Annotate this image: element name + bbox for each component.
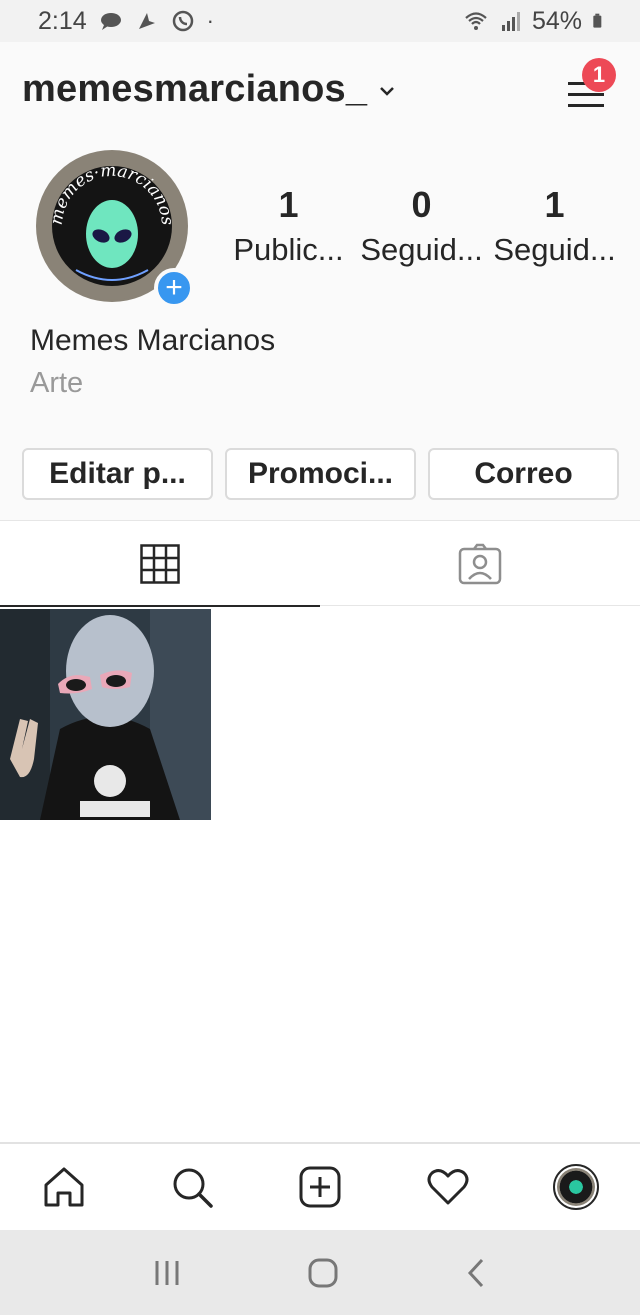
nav-profile[interactable] (546, 1157, 606, 1217)
battery-percent: 54% (531, 6, 582, 35)
profile-header: memesmarcianos_ 1 memes·marcianos + 1 Pu… (0, 42, 640, 520)
nav-new-post[interactable] (290, 1157, 350, 1217)
wifi-icon (465, 12, 487, 30)
username[interactable]: memesmarcianos_ (22, 68, 367, 111)
back-icon[interactable] (464, 1257, 488, 1289)
battery-icon (593, 13, 602, 28)
username-row[interactable]: memesmarcianos_ 1 (22, 58, 618, 116)
new-post-icon (299, 1166, 341, 1208)
stat-posts[interactable]: 1 Public... (222, 184, 355, 268)
whatsapp-icon (172, 10, 193, 32)
alien-mask-photo-icon (0, 609, 211, 820)
stat-number: 0 (411, 184, 432, 225)
profile-avatar-container[interactable]: memes·marcianos + (36, 150, 194, 308)
tab-tagged[interactable] (320, 521, 640, 606)
promotions-button[interactable]: Promoci... (225, 448, 416, 500)
recent-apps-icon[interactable] (152, 1259, 182, 1287)
stat-number: 1 (278, 184, 299, 225)
profile-avatar-icon (553, 1164, 599, 1210)
status-bar: 2:14 · 54% (0, 0, 640, 42)
system-navigation-bar (0, 1230, 640, 1315)
stat-following[interactable]: 1 Seguid... (488, 184, 621, 268)
edit-profile-button[interactable]: Editar p... (22, 448, 213, 500)
profile-category: Arte (30, 367, 84, 399)
tab-grid[interactable] (0, 521, 320, 607)
chat-bubble-icon (100, 13, 121, 30)
profile-tabs (0, 520, 640, 607)
stat-label: Public... (233, 232, 344, 267)
tagged-person-icon (458, 543, 502, 584)
profile-actions: Editar p... Promoci... Correo (22, 448, 619, 500)
bottom-navigation (0, 1142, 640, 1230)
notification-badge: 1 (582, 58, 616, 92)
nav-activity[interactable] (418, 1157, 478, 1217)
status-time: 2:14 (38, 6, 87, 35)
home-button-icon[interactable] (307, 1257, 339, 1289)
nav-home[interactable] (34, 1157, 94, 1217)
menu-button[interactable]: 1 (564, 58, 616, 116)
add-story-button[interactable]: + (154, 268, 194, 308)
signal-icon (501, 12, 520, 31)
heart-icon (427, 1169, 469, 1205)
email-button[interactable]: Correo (428, 448, 619, 500)
dot-icon: · (206, 8, 214, 33)
stat-followers[interactable]: 0 Seguid... (355, 184, 488, 268)
post-thumbnail[interactable] (0, 609, 211, 820)
chevron-down-icon[interactable] (379, 85, 395, 97)
search-icon (173, 1168, 213, 1208)
full-name: Memes Marcianos (30, 324, 276, 357)
grid-icon (140, 543, 180, 584)
stat-label: Seguid... (493, 232, 616, 267)
stat-label: Seguid... (360, 232, 483, 267)
home-icon (44, 1167, 84, 1207)
location-arrow-icon (138, 13, 155, 29)
nav-search[interactable] (162, 1157, 222, 1217)
stat-number: 1 (544, 184, 565, 225)
profile-stats: 1 Public... 0 Seguid... 1 Seguid... (222, 184, 622, 268)
